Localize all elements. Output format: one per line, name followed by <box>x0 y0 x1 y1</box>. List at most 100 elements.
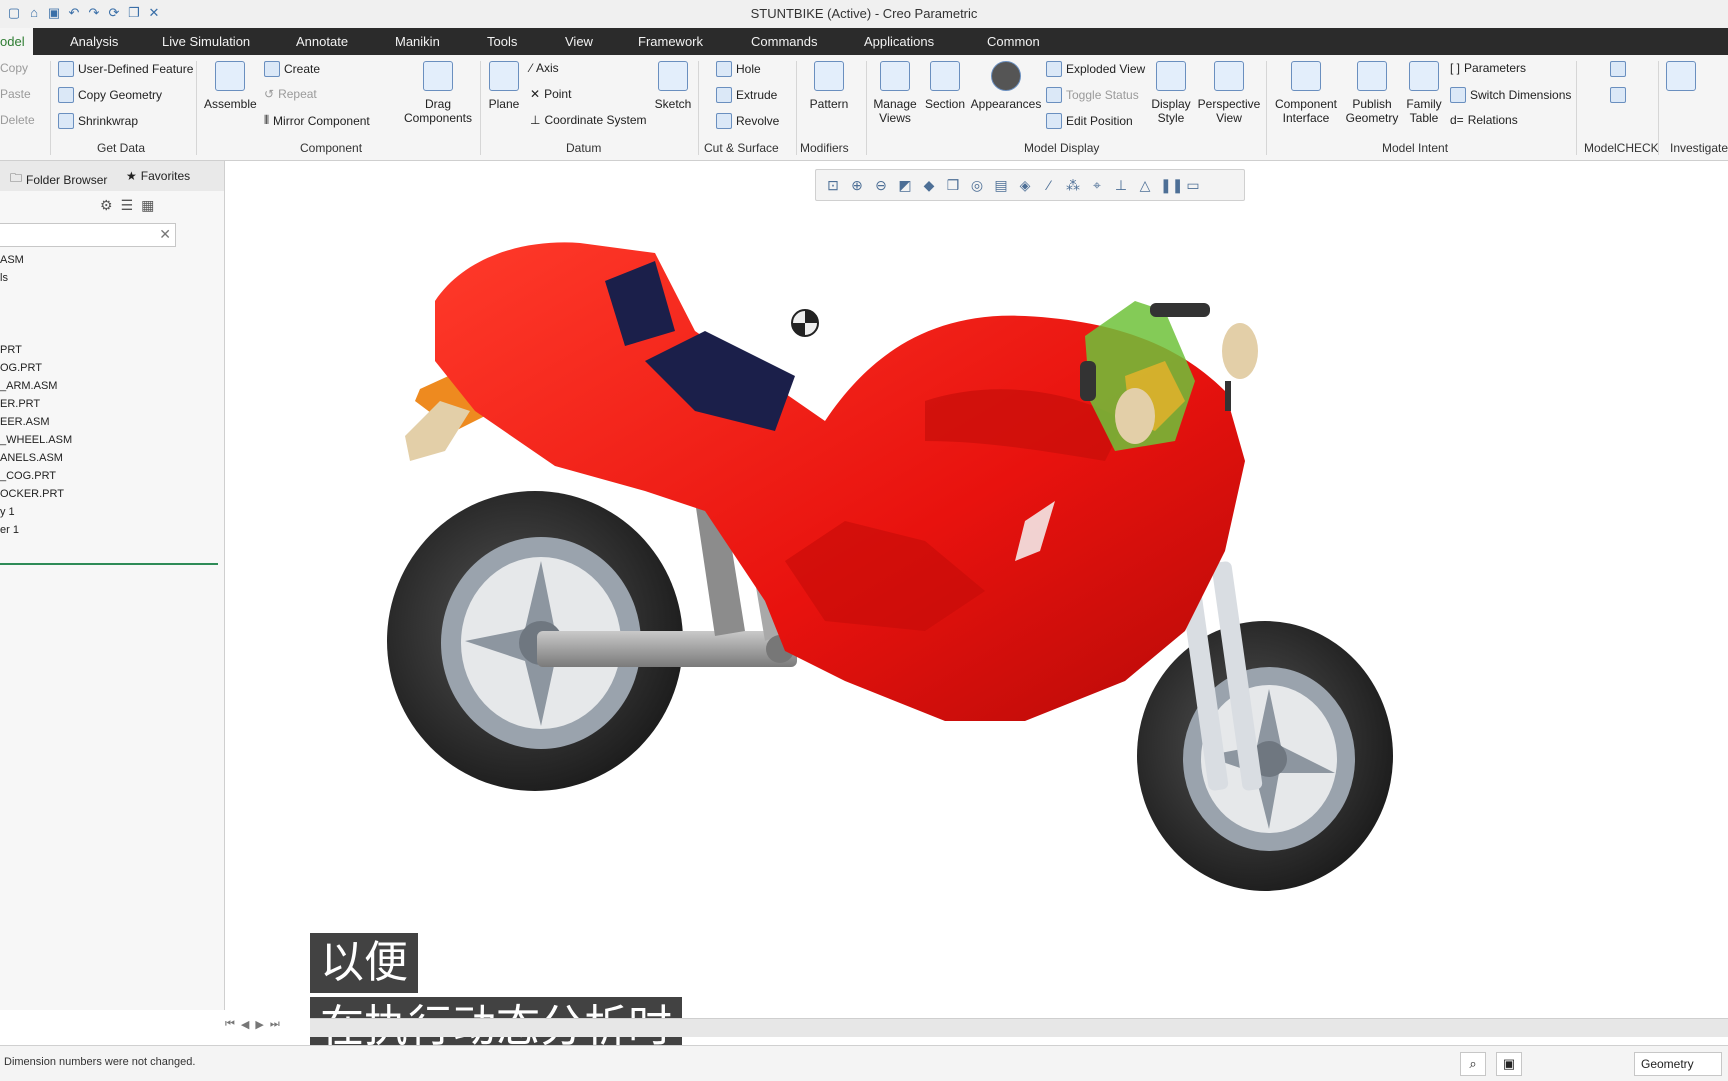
display-style-button[interactable]: Display Style <box>1148 61 1194 125</box>
plane-button[interactable]: Plane <box>484 61 524 111</box>
display-style-icon <box>1156 61 1186 91</box>
tree-item[interactable]: ASM <box>0 251 218 269</box>
last-frame-icon[interactable]: ⏭ <box>270 1018 280 1038</box>
sketch-button[interactable]: Sketch <box>652 61 694 111</box>
tab-common[interactable]: Common <box>987 28 1040 55</box>
copy-geometry-button[interactable]: Copy Geometry <box>58 87 162 103</box>
tree-item[interactable]: ANELS.ASM <box>0 449 218 467</box>
group-label-component[interactable]: Component <box>300 141 362 155</box>
tab-tools[interactable]: Tools <box>487 28 517 55</box>
tree-item[interactable]: er 1 <box>0 521 218 539</box>
group-label-investigate[interactable]: Investigate <box>1670 141 1728 155</box>
selection-filter-dropdown[interactable]: Geometry <box>1634 1052 1722 1076</box>
exploded-view-button[interactable]: Exploded View <box>1046 61 1145 77</box>
appearances-button[interactable]: Appearances <box>970 61 1042 111</box>
toggle-status-label: Toggle Status <box>1066 88 1139 102</box>
tab-commands[interactable]: Commands <box>751 28 817 55</box>
tree-item[interactable]: OCKER.PRT <box>0 485 218 503</box>
investigate-button[interactable] <box>1666 61 1696 97</box>
tree-settings-icon[interactable]: ⚙ <box>100 197 113 214</box>
group-label-get-data[interactable]: Get Data <box>97 141 145 155</box>
tab-live-simulation[interactable]: Live Simulation <box>162 28 250 55</box>
tree-item[interactable]: _ARM.ASM <box>0 377 218 395</box>
show-menu-icon[interactable]: ☰ <box>121 197 134 214</box>
section-button[interactable]: Section <box>922 61 968 111</box>
tree-item[interactable] <box>0 323 218 341</box>
drag-label: Drag Components <box>403 97 473 125</box>
selection-icon[interactable]: ▣ <box>1496 1052 1522 1076</box>
publish-geometry-button[interactable]: Publish Geometry <box>1342 61 1402 125</box>
delete-button[interactable]: Delete <box>0 113 35 127</box>
axis-button[interactable]: ⁄ Axis <box>530 61 559 75</box>
pattern-button[interactable]: Pattern <box>806 61 852 111</box>
manage-views-button[interactable]: Manage Views <box>872 61 918 125</box>
group-label-modelcheck[interactable]: ModelCHECK <box>1584 141 1659 155</box>
tab-model[interactable]: odel <box>0 28 33 55</box>
tree-item[interactable] <box>0 287 218 305</box>
graphics-window[interactable]: ⊡ ⊕ ⊖ ◩ ◆ ❒ ◎ ▤ ◈ ⁄ ⁂ ⌖ ⊥ △ ❚❚ ▭ 以便 <box>225 161 1728 1057</box>
group-label-datum[interactable]: Datum <box>566 141 601 155</box>
switch-dimensions-button[interactable]: Switch Dimensions <box>1450 87 1571 103</box>
tree-item[interactable]: ER.PRT <box>0 395 218 413</box>
create-button[interactable]: Create <box>264 61 320 77</box>
paste-button[interactable]: Paste <box>0 87 31 101</box>
tab-applications[interactable]: Applications <box>864 28 934 55</box>
udf-button[interactable]: User-Defined Feature <box>58 61 193 77</box>
mirror-icon: ⫴ <box>264 113 270 127</box>
tab-view[interactable]: View <box>565 28 593 55</box>
family-table-button[interactable]: Family Table <box>1404 61 1444 125</box>
mirror-component-button[interactable]: ⫴ Mirror Component <box>264 113 370 128</box>
extrude-button[interactable]: Extrude <box>716 87 777 103</box>
tree-item[interactable]: _COG.PRT <box>0 467 218 485</box>
point-button[interactable]: ✕ Point <box>530 87 571 101</box>
tree-item[interactable]: ls <box>0 269 218 287</box>
edit-position-button[interactable]: Edit Position <box>1046 113 1133 129</box>
prev-frame-icon[interactable]: ◀ <box>241 1018 249 1038</box>
shrinkwrap-button[interactable]: Shrinkwrap <box>58 113 138 129</box>
revolve-button[interactable]: Revolve <box>716 113 779 129</box>
toggle-status-button[interactable]: Toggle Status <box>1046 87 1139 103</box>
group-label-modifiers[interactable]: Modifiers <box>800 141 849 155</box>
status-icons: ⌕ ▣ <box>1460 1052 1522 1076</box>
perspective-view-button[interactable]: Perspective View <box>1196 61 1262 125</box>
tree-item[interactable]: _WHEEL.ASM <box>0 431 218 449</box>
folder-browser-label: Folder Browser <box>26 172 108 187</box>
divider <box>698 61 699 155</box>
component-interface-button[interactable]: Component Interface <box>1272 61 1340 125</box>
find-icon[interactable]: ⌕ <box>1460 1052 1486 1076</box>
tab-favorites[interactable]: ★ Favorites <box>126 169 190 183</box>
parameters-button[interactable]: [ ] Parameters <box>1450 61 1526 75</box>
horizontal-scrollbar[interactable] <box>310 1018 1728 1037</box>
modelcheck-run-button[interactable] <box>1610 61 1626 77</box>
group-label-model-intent[interactable]: Model Intent <box>1382 141 1448 155</box>
search-input[interactable]: ✕ <box>0 223 176 247</box>
group-label-model-display[interactable]: Model Display <box>1024 141 1099 155</box>
tab-annotate[interactable]: Annotate <box>296 28 348 55</box>
drag-components-button[interactable]: Drag Components <box>400 61 476 125</box>
motorcycle-model[interactable] <box>225 161 1728 1010</box>
tree-item[interactable]: OG.PRT <box>0 359 218 377</box>
point-icon: ✕ <box>530 87 541 101</box>
modelcheck-settings-button[interactable] <box>1610 87 1626 103</box>
copy-button[interactable]: Copy <box>0 61 28 75</box>
relations-button[interactable]: d= Relations <box>1450 113 1518 127</box>
plane-icon <box>489 61 519 91</box>
tree-item[interactable] <box>0 305 218 323</box>
next-frame-icon[interactable]: ▶ <box>255 1018 263 1038</box>
clear-search-icon[interactable]: ✕ <box>159 226 171 243</box>
tab-manikin[interactable]: Manikin <box>395 28 440 55</box>
hole-button[interactable]: Hole <box>716 61 761 77</box>
tab-analysis[interactable]: Analysis <box>70 28 118 55</box>
assemble-button[interactable]: Assemble <box>204 61 257 111</box>
tab-folder-browser[interactable]: 🗀 Folder Browser <box>10 169 107 190</box>
tree-item[interactable]: PRT <box>0 341 218 359</box>
tab-framework[interactable]: Framework <box>638 28 703 55</box>
tree-item[interactable]: EER.ASM <box>0 413 218 431</box>
first-frame-icon[interactable]: ⏮ <box>225 1018 235 1038</box>
repeat-button[interactable]: ↺ Repeat <box>264 87 317 101</box>
coordinate-system-button[interactable]: ⊥ Coordinate System <box>530 113 647 127</box>
hole-icon <box>716 61 732 77</box>
group-label-cut-surface[interactable]: Cut & Surface <box>704 141 779 155</box>
filter-icon[interactable]: ▦ <box>141 197 154 214</box>
tree-item[interactable]: y 1 <box>0 503 218 521</box>
